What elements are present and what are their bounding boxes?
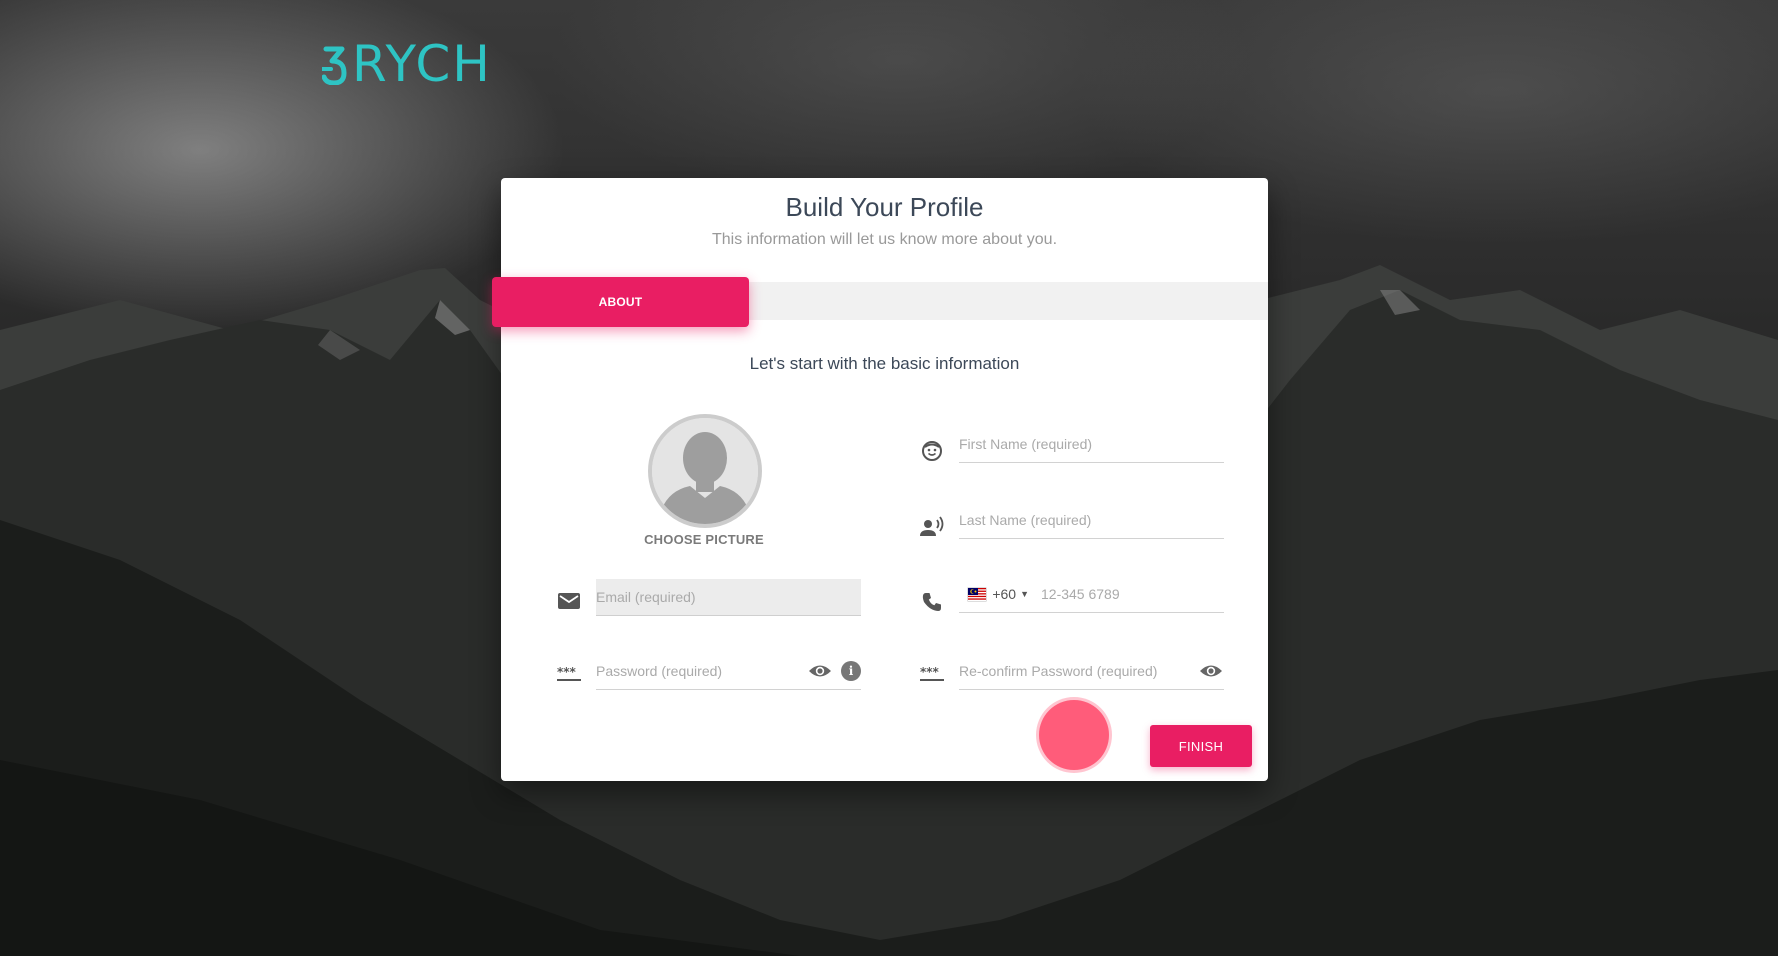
brand-logo-text: RYCH bbox=[352, 35, 492, 93]
malaysia-flag-icon[interactable] bbox=[968, 587, 987, 601]
section-heading: Let's start with the basic information bbox=[749, 354, 1020, 373]
email-input[interactable] bbox=[596, 579, 861, 615]
svg-text:***: *** bbox=[557, 666, 577, 679]
password-field[interactable]: i bbox=[596, 653, 861, 690]
phone-icon bbox=[919, 589, 945, 615]
choose-picture-label[interactable]: CHOOSE PICTURE bbox=[619, 532, 789, 547]
finish-button[interactable]: FINISH bbox=[1150, 725, 1252, 767]
brand-logo[interactable]: RYCH bbox=[322, 36, 492, 92]
record-voice-icon bbox=[919, 514, 945, 540]
mail-icon bbox=[556, 588, 582, 614]
eye-icon[interactable] bbox=[808, 661, 832, 681]
confirm-password-input[interactable] bbox=[959, 653, 1189, 689]
tab-about[interactable]: ABOUT bbox=[492, 277, 749, 327]
email-field[interactable] bbox=[596, 579, 861, 616]
first-name-input[interactable] bbox=[959, 426, 1224, 462]
phone-input[interactable] bbox=[1039, 575, 1224, 613]
info-icon[interactable]: i bbox=[841, 661, 861, 681]
click-ripple bbox=[1039, 700, 1109, 770]
brand-mark-icon bbox=[322, 46, 347, 85]
password-input[interactable] bbox=[596, 653, 801, 689]
first-name-field[interactable] bbox=[959, 426, 1224, 463]
confirm-password-icon: *** bbox=[919, 661, 945, 687]
face-icon bbox=[919, 438, 945, 464]
phone-field[interactable]: +60 ▼ bbox=[959, 575, 1224, 613]
last-name-field[interactable] bbox=[959, 502, 1224, 539]
chevron-down-icon[interactable]: ▼ bbox=[1020, 589, 1029, 599]
country-dial-code[interactable]: +60 bbox=[992, 586, 1016, 602]
avatar[interactable] bbox=[648, 414, 762, 528]
svg-text:***: *** bbox=[920, 666, 940, 679]
page-subtitle: This information will let us know more a… bbox=[711, 231, 1058, 248]
confirm-eye-icon[interactable] bbox=[1199, 661, 1223, 681]
default-avatar-icon bbox=[652, 418, 758, 524]
profile-wizard-card: Build Your Profile This information will… bbox=[492, 178, 1268, 781]
avatar-picker bbox=[648, 414, 762, 528]
last-name-input[interactable] bbox=[959, 502, 1224, 538]
password-icon: *** bbox=[556, 661, 582, 687]
page-title: Build Your Profile bbox=[785, 192, 984, 222]
confirm-password-field[interactable] bbox=[959, 653, 1224, 690]
